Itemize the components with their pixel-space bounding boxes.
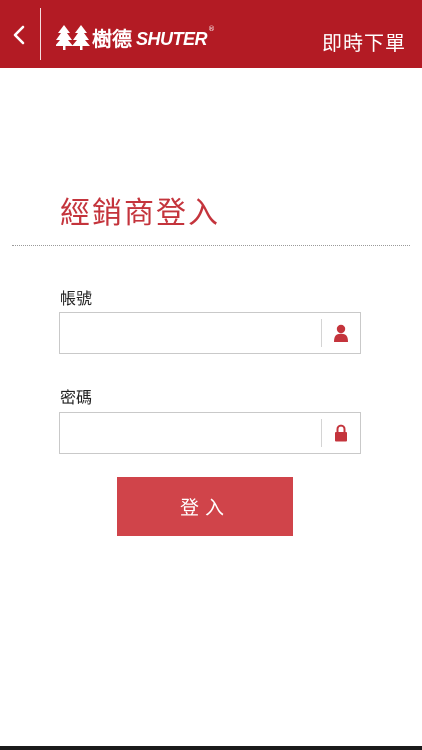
user-icon	[330, 322, 352, 344]
lock-icon	[330, 422, 352, 444]
password-field	[59, 412, 361, 454]
brand-logo[interactable]: 樹德 SHUTER ®	[56, 20, 215, 54]
back-button[interactable]	[6, 18, 32, 52]
page-title: 經銷商登入	[60, 196, 220, 231]
chevron-left-icon	[13, 25, 25, 45]
top-bar: 樹德 SHUTER ® 即時下單	[0, 0, 422, 68]
tree-logo-icon	[56, 25, 90, 50]
brand-name-cjk: 樹德	[92, 26, 132, 51]
password-input[interactable]	[60, 413, 320, 453]
title-divider	[12, 245, 410, 246]
bottom-edge	[0, 746, 422, 750]
field-separator	[321, 419, 322, 447]
account-label: 帳號	[60, 289, 93, 308]
password-label: 密碼	[60, 388, 93, 407]
account-input[interactable]	[60, 313, 320, 353]
brand-name-en: SHUTER	[136, 28, 208, 49]
login-button[interactable]: 登入	[117, 477, 293, 536]
account-field	[59, 312, 361, 354]
registered-mark: ®	[208, 25, 216, 33]
field-separator	[321, 319, 322, 347]
instant-order-link[interactable]: 即時下單	[322, 27, 406, 56]
header-divider	[40, 8, 41, 60]
